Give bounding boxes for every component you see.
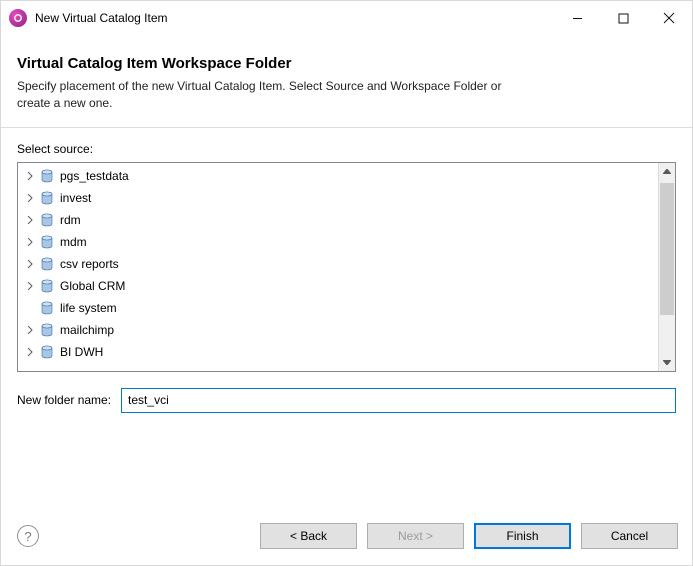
database-icon [40, 213, 54, 227]
database-icon [40, 301, 54, 315]
database-icon [40, 257, 54, 271]
minimize-button[interactable] [554, 1, 600, 35]
expand-arrow-icon[interactable] [24, 192, 36, 204]
expand-arrow-icon[interactable] [24, 280, 36, 292]
scroll-up-icon[interactable] [659, 163, 675, 180]
page-heading: Virtual Catalog Item Workspace Folder [17, 55, 676, 72]
database-icon [40, 279, 54, 293]
window-title: New Virtual Catalog Item [35, 11, 168, 25]
expand-arrow-icon[interactable] [24, 214, 36, 226]
database-icon [40, 323, 54, 337]
maximize-button[interactable] [600, 1, 646, 35]
app-icon [9, 9, 27, 27]
source-tree[interactable]: pgs_testdatainvest rdm mdm csv reports Globa… [17, 162, 676, 372]
next-button: Next > [367, 523, 464, 549]
tree-item[interactable]: BI DWH [18, 341, 658, 363]
page-description: Specify placement of the new Virtual Cat… [17, 78, 537, 113]
tree-item[interactable]: Global CRM [18, 275, 658, 297]
tree-item-label: mailchimp [60, 323, 114, 337]
tree-item[interactable]: csv reports [18, 253, 658, 275]
expand-arrow-icon [24, 302, 36, 314]
tree-item[interactable]: mdm [18, 231, 658, 253]
help-button[interactable]: ? [17, 525, 39, 547]
cancel-button[interactable]: Cancel [581, 523, 678, 549]
tree-item[interactable]: mailchimp [18, 319, 658, 341]
tree-item-label: invest [60, 191, 91, 205]
finish-button[interactable]: Finish [474, 523, 571, 549]
tree-item-label: life system [60, 301, 117, 315]
tree-item-label: csv reports [60, 257, 119, 271]
tree-item-label: rdm [60, 213, 81, 227]
expand-arrow-icon[interactable] [24, 324, 36, 336]
database-icon [40, 169, 54, 183]
database-icon [40, 235, 54, 249]
close-button[interactable] [646, 1, 692, 35]
expand-arrow-icon[interactable] [24, 236, 36, 248]
scroll-thumb[interactable] [660, 183, 674, 315]
expand-arrow-icon[interactable] [24, 258, 36, 270]
scroll-down-icon[interactable] [659, 354, 675, 371]
tree-item[interactable]: pgs_testdata [18, 165, 658, 187]
database-icon [40, 191, 54, 205]
tree-item[interactable]: invest [18, 187, 658, 209]
expand-arrow-icon[interactable] [24, 170, 36, 182]
tree-item[interactable]: life system [18, 297, 658, 319]
tree-item-label: mdm [60, 235, 87, 249]
back-button[interactable]: < Back [260, 523, 357, 549]
tree-item-label: pgs_testdata [60, 169, 129, 183]
database-icon [40, 345, 54, 359]
tree-item-label: BI DWH [60, 345, 103, 359]
tree-item-label: Global CRM [60, 279, 125, 293]
tree-scrollbar[interactable] [658, 163, 675, 371]
folder-name-label: New folder name: [17, 393, 111, 407]
source-label: Select source: [17, 142, 676, 156]
wizard-header: Virtual Catalog Item Workspace Folder Sp… [1, 35, 692, 128]
expand-arrow-icon[interactable] [24, 346, 36, 358]
tree-item[interactable]: rdm [18, 209, 658, 231]
folder-name-input[interactable] [121, 388, 676, 413]
title-bar: New Virtual Catalog Item [1, 1, 692, 35]
